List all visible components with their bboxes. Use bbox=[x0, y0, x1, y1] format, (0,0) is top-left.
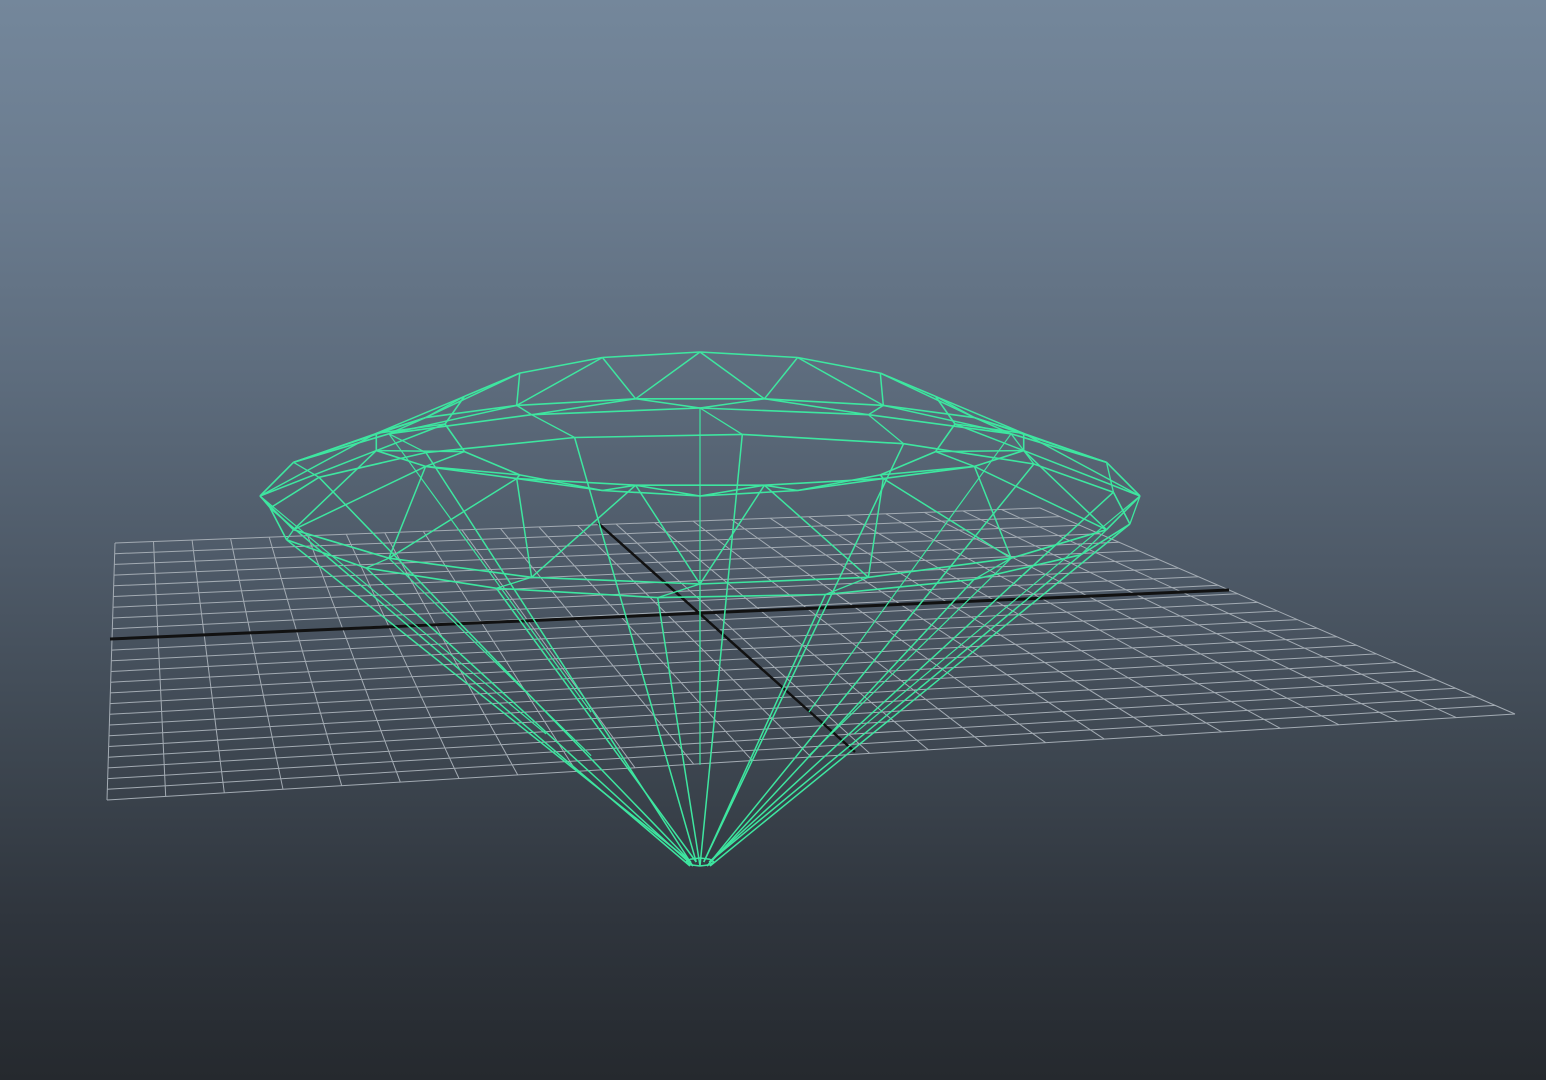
mesh-edge bbox=[259, 432, 377, 497]
mesh-edge bbox=[699, 434, 744, 867]
mesh-edge bbox=[699, 407, 743, 435]
mesh-edge bbox=[635, 398, 701, 409]
diamond-wireframe-mesh[interactable] bbox=[259, 351, 1141, 867]
grid-line bbox=[108, 662, 1397, 737]
mesh-edge bbox=[934, 423, 956, 453]
mesh-edge bbox=[763, 357, 799, 400]
perspective-viewport[interactable] bbox=[0, 0, 1546, 1080]
mesh-edge bbox=[388, 466, 427, 559]
grid-line bbox=[885, 513, 1281, 729]
mesh-edge bbox=[797, 356, 881, 374]
grid-line bbox=[107, 704, 1496, 790]
mesh-edge bbox=[286, 529, 295, 541]
mesh-edge bbox=[706, 578, 975, 867]
mesh-edge bbox=[495, 587, 697, 863]
mesh-edge bbox=[703, 443, 905, 863]
mesh-edge bbox=[444, 423, 466, 453]
mesh-edge bbox=[259, 461, 295, 497]
mesh-edge bbox=[635, 351, 701, 400]
grid-line bbox=[924, 511, 1340, 726]
mesh-edge bbox=[293, 432, 377, 464]
mesh-edge bbox=[763, 484, 869, 578]
grid-line bbox=[109, 636, 1337, 705]
mesh-edge bbox=[853, 495, 1141, 735]
mesh-edge bbox=[709, 523, 1131, 867]
mesh-edge bbox=[515, 373, 521, 406]
mesh-edge bbox=[1023, 432, 1141, 497]
mesh-edge bbox=[690, 864, 701, 867]
mesh-edge bbox=[574, 433, 743, 439]
mesh-edge bbox=[425, 450, 465, 468]
mesh-edge bbox=[1023, 449, 1141, 497]
mesh-edge bbox=[602, 351, 701, 359]
mesh-edge bbox=[259, 449, 377, 497]
mesh-edge bbox=[1010, 433, 1035, 465]
mesh-edge bbox=[699, 351, 765, 400]
mesh-edge bbox=[764, 477, 884, 486]
grid-line bbox=[107, 696, 1476, 780]
mesh-edge bbox=[882, 477, 1012, 559]
mesh-edge bbox=[519, 356, 603, 374]
mesh-edge bbox=[376, 449, 465, 453]
mesh-edge bbox=[699, 857, 710, 860]
mesh-edge bbox=[935, 449, 1024, 453]
mesh-edge bbox=[516, 477, 636, 486]
scene-canvas[interactable] bbox=[0, 0, 1546, 1080]
mesh-edge bbox=[425, 436, 575, 454]
grid-line bbox=[769, 517, 1105, 740]
mesh-edge bbox=[269, 507, 691, 867]
mesh-edge bbox=[573, 437, 697, 863]
mesh-edge bbox=[292, 450, 377, 531]
mesh-edge bbox=[797, 356, 884, 407]
grid-line bbox=[106, 713, 1516, 801]
mesh-edge bbox=[293, 461, 320, 478]
mesh-edge bbox=[269, 507, 288, 541]
mesh-edge bbox=[634, 484, 701, 585]
mesh-edge bbox=[699, 864, 710, 867]
mesh-edge bbox=[531, 414, 575, 439]
mesh-edge bbox=[1033, 463, 1114, 493]
mesh-edge bbox=[516, 404, 532, 416]
z-axis-line bbox=[597, 522, 856, 753]
grid-line bbox=[109, 644, 1357, 715]
mesh-edge bbox=[388, 477, 518, 559]
mesh-edge bbox=[973, 466, 1012, 559]
mesh-edge bbox=[318, 476, 692, 863]
mesh-edge bbox=[868, 557, 1012, 579]
grid-line bbox=[110, 627, 1318, 694]
mesh-edge bbox=[516, 356, 603, 407]
mesh-edge bbox=[365, 557, 390, 569]
mesh-edge bbox=[879, 373, 885, 406]
mesh-edge bbox=[601, 357, 637, 400]
grid-line bbox=[962, 510, 1398, 722]
mesh-edge bbox=[742, 433, 904, 445]
mesh-edge bbox=[656, 597, 701, 867]
mesh-edge bbox=[868, 404, 884, 416]
mesh-edge bbox=[699, 398, 765, 409]
mesh-edge bbox=[699, 351, 798, 359]
mesh-edge bbox=[880, 465, 975, 476]
